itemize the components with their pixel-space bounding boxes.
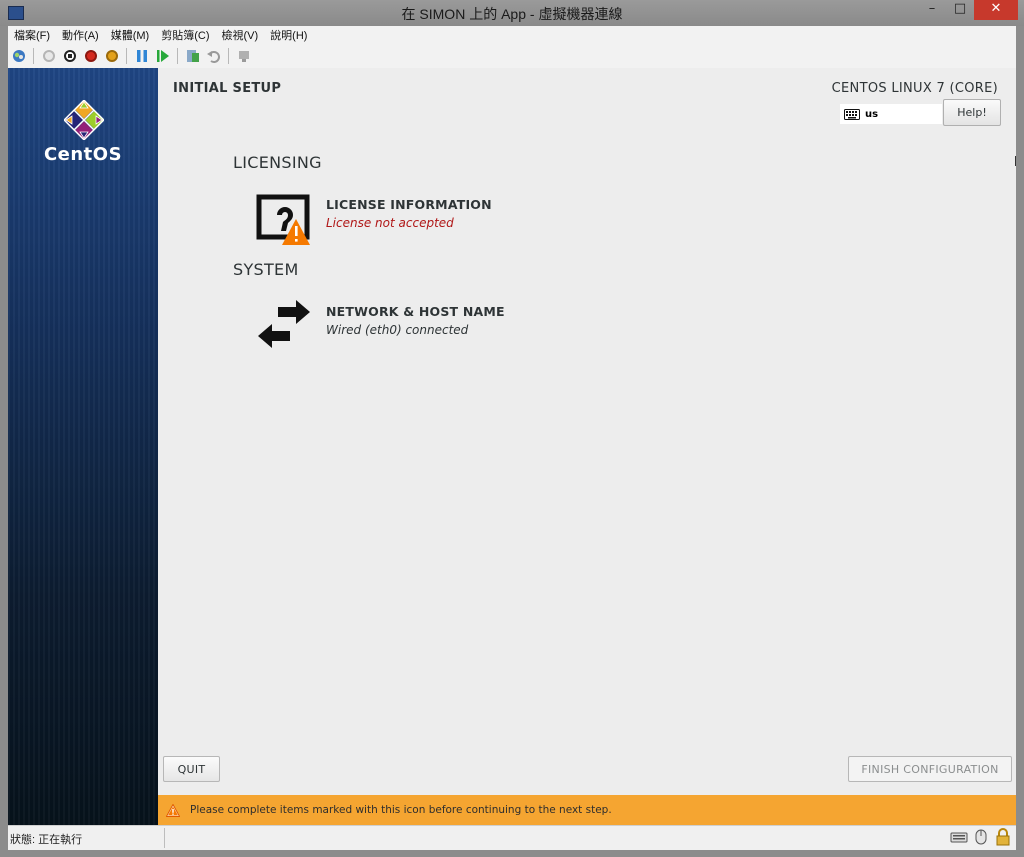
centos-logo-text: CentOS bbox=[43, 144, 123, 165]
centos-logo-icon bbox=[64, 100, 104, 140]
shutdown-button[interactable] bbox=[83, 48, 99, 64]
lock-icon[interactable] bbox=[994, 828, 1012, 846]
page-title: INITIAL SETUP bbox=[173, 81, 282, 96]
help-button[interactable]: Help! bbox=[943, 99, 1001, 126]
toolbar-separator bbox=[177, 48, 178, 64]
toolbar-separator bbox=[126, 48, 127, 64]
enhanced-session-button[interactable] bbox=[236, 48, 252, 64]
finish-configuration-button[interactable]: FINISH CONFIGURATION bbox=[848, 756, 1012, 782]
window-title: 在 SIMON 上的 App - 虛擬機器連線 bbox=[401, 6, 623, 22]
vm-connection-window: 在 SIMON 上的 App - 虛擬機器連線 – □ ✕ 檔案(F) 動作(A… bbox=[0, 0, 1024, 857]
menu-clipboard[interactable]: 剪貼簿(C) bbox=[155, 27, 215, 43]
initial-setup-hub: INITIAL SETUP CENTOS LINUX 7 (CORE) us H… bbox=[158, 68, 1016, 825]
toolbar-separator bbox=[33, 48, 34, 64]
license-warning-icon bbox=[256, 194, 310, 245]
toolbar bbox=[8, 44, 1016, 69]
warning-icon bbox=[166, 803, 180, 817]
power-button[interactable] bbox=[104, 48, 120, 64]
status-bar: 狀態: 正在執行 bbox=[8, 825, 1016, 850]
minimize-button[interactable]: – bbox=[918, 0, 946, 20]
window-controls: – □ ✕ bbox=[918, 0, 1018, 20]
vm-display[interactable]: CentOS INITIAL SETUP CENTOS LINUX 7 (COR… bbox=[8, 68, 1016, 825]
spoke-title: LICENSE INFORMATION bbox=[326, 197, 492, 212]
keyboard-capture-icon[interactable] bbox=[950, 828, 968, 846]
status-text: 狀態: 正在執行 bbox=[10, 834, 83, 846]
spoke-status: Wired (eth0) connected bbox=[326, 323, 469, 337]
start-icon bbox=[42, 50, 55, 62]
revert-icon bbox=[206, 51, 220, 63]
resume-icon bbox=[156, 50, 169, 62]
menu-help[interactable]: 說明(H) bbox=[264, 27, 313, 43]
centos-sidebar: CentOS bbox=[8, 68, 158, 825]
menu-view[interactable]: 檢視(V) bbox=[216, 27, 265, 43]
network-arrows-icon bbox=[258, 300, 310, 348]
menu-action[interactable]: 動作(A) bbox=[56, 27, 105, 43]
section-licensing-title: LICENSING bbox=[233, 153, 322, 172]
pause-button[interactable] bbox=[134, 48, 150, 64]
spoke-status: License not accepted bbox=[326, 216, 454, 230]
product-name: CENTOS LINUX 7 (CORE) bbox=[831, 81, 998, 96]
keyboard-layout-indicator[interactable]: us bbox=[840, 104, 942, 124]
pause-icon bbox=[136, 50, 147, 62]
ctrl-alt-del-icon bbox=[12, 50, 25, 62]
spoke-title: NETWORK & HOST NAME bbox=[326, 304, 505, 319]
shutdown-icon bbox=[84, 50, 97, 62]
spoke-network-host-name[interactable]: NETWORK & HOST NAME Wired (eth0) connect… bbox=[256, 300, 816, 356]
menu-file[interactable]: 檔案(F) bbox=[8, 27, 56, 43]
title-bar[interactable]: 在 SIMON 上的 App - 虛擬機器連線 – □ ✕ bbox=[0, 0, 1024, 26]
warning-message: Please complete items marked with this i… bbox=[190, 804, 612, 816]
toolbar-separator bbox=[228, 48, 229, 64]
close-button[interactable]: ✕ bbox=[974, 0, 1018, 20]
status-tray bbox=[950, 828, 1012, 846]
turn-off-button[interactable] bbox=[62, 48, 78, 64]
resume-button[interactable] bbox=[155, 48, 171, 64]
turn-off-icon bbox=[63, 50, 76, 62]
revert-button[interactable] bbox=[206, 48, 222, 64]
ctrl-alt-del-button[interactable] bbox=[11, 48, 27, 64]
warning-bar: Please complete items marked with this i… bbox=[158, 795, 1016, 825]
keyboard-icon bbox=[844, 108, 860, 120]
menu-bar: 檔案(F) 動作(A) 媒體(M) 剪貼簿(C) 檢視(V) 說明(H) bbox=[8, 26, 1016, 44]
power-icon bbox=[105, 50, 118, 62]
checkpoint-icon bbox=[186, 50, 199, 62]
mouse-capture-icon[interactable] bbox=[972, 828, 990, 846]
start-button[interactable] bbox=[41, 48, 57, 64]
maximize-button[interactable]: □ bbox=[946, 0, 974, 20]
enhanced-session-icon bbox=[238, 51, 249, 62]
status-separator bbox=[164, 828, 165, 848]
spoke-license-information[interactable]: LICENSE INFORMATION License not accepted bbox=[256, 193, 816, 249]
menu-media[interactable]: 媒體(M) bbox=[105, 27, 156, 43]
checkpoint-button[interactable] bbox=[185, 48, 201, 64]
quit-button[interactable]: QUIT bbox=[163, 756, 220, 782]
section-system-title: SYSTEM bbox=[233, 260, 299, 279]
keyboard-layout-label: us bbox=[865, 108, 879, 120]
pointer-mark bbox=[1015, 156, 1016, 166]
